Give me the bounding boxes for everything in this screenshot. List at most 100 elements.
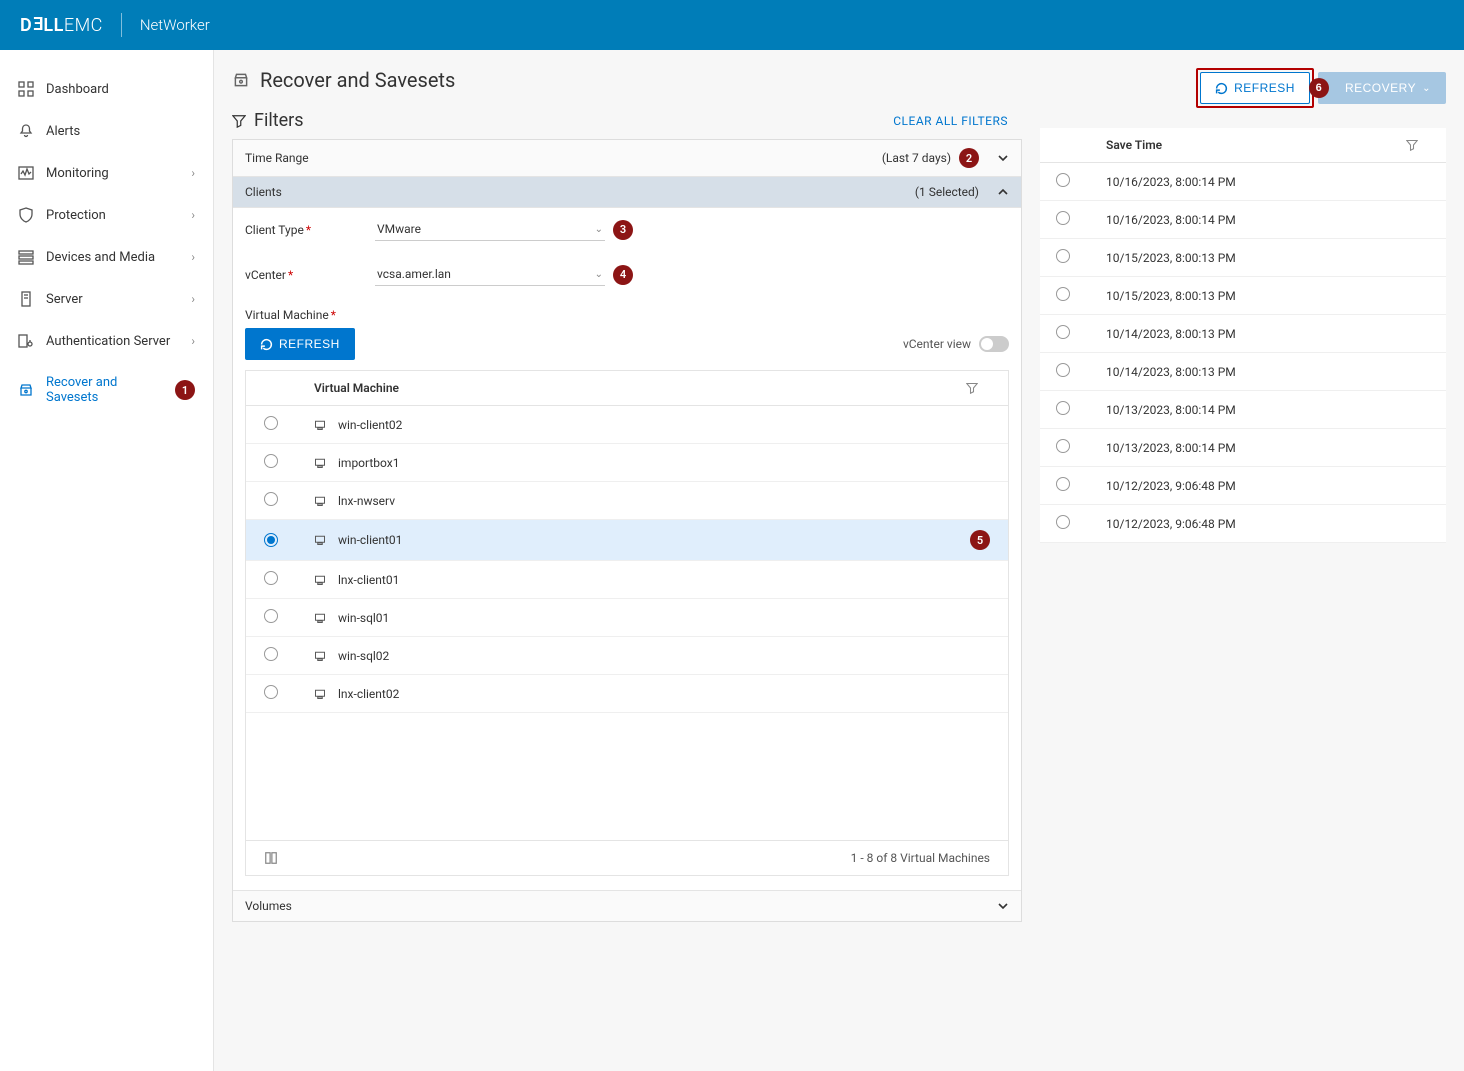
vm-field-label: Virtual Machine* <box>245 308 1009 322</box>
sidebar-item-alerts[interactable]: Alerts <box>0 110 213 152</box>
step-badge-2: 2 <box>959 148 979 168</box>
column-filter-icon[interactable] <box>966 382 990 394</box>
radio-select[interactable] <box>264 647 278 661</box>
auth-server-icon <box>18 333 34 349</box>
save-time: 10/15/2023, 8:00:13 PM <box>1106 289 1430 303</box>
radio-select[interactable] <box>1056 477 1070 491</box>
chevron-down-icon <box>997 152 1009 164</box>
save-time: 10/12/2023, 9:06:48 PM <box>1106 479 1430 493</box>
radio-select[interactable] <box>264 533 278 547</box>
table-row[interactable]: 10/16/2023, 8:00:14 PM <box>1040 201 1446 239</box>
column-filter-icon[interactable] <box>1406 139 1430 151</box>
table-row[interactable]: 10/14/2023, 8:00:13 PM <box>1040 315 1446 353</box>
refresh-button[interactable]: REFRESH <box>1200 72 1310 104</box>
save-time: 10/14/2023, 8:00:13 PM <box>1106 327 1430 341</box>
sidebar-item-label: Recover and Savesets <box>46 375 167 405</box>
table-row[interactable]: 10/15/2023, 8:00:13 PM <box>1040 239 1446 277</box>
vm-icon <box>314 419 338 431</box>
table-row[interactable]: win-client02 <box>246 406 1008 444</box>
table-row[interactable]: 10/13/2023, 8:00:14 PM <box>1040 429 1446 467</box>
sidebar-item-recover-savesets[interactable]: Recover and Savesets 1 <box>0 362 213 418</box>
clear-all-filters-link[interactable]: CLEAR ALL FILTERS <box>893 114 1008 128</box>
vm-icon <box>314 574 338 586</box>
time-range-label: Time Range <box>245 151 309 165</box>
radio-select[interactable] <box>1056 211 1070 225</box>
main-content: Recover and Savesets Filters CLEAR ALL F… <box>214 50 1464 1071</box>
shield-icon <box>18 207 34 223</box>
step-badge-4: 4 <box>613 265 633 285</box>
page-title-row: Recover and Savesets <box>232 68 1022 92</box>
sidebar-item-server[interactable]: Server › <box>0 278 213 320</box>
table-row[interactable]: 10/16/2023, 8:00:14 PM <box>1040 163 1446 201</box>
clients-label: Clients <box>245 185 282 199</box>
radio-select[interactable] <box>1056 173 1070 187</box>
sidebar-item-devices[interactable]: Devices and Media › <box>0 236 213 278</box>
chevron-down-icon <box>997 900 1009 912</box>
vcenter-select[interactable]: vcsa.amer.lan ⌄ <box>375 263 605 286</box>
table-row[interactable]: lnx-client02 <box>246 675 1008 713</box>
vm-table-footer: 1 - 8 of 8 Virtual Machines <box>246 840 1008 875</box>
page-title: Recover and Savesets <box>260 68 455 92</box>
table-row[interactable]: 10/12/2023, 9:06:48 PM <box>1040 505 1446 543</box>
vm-refresh-button[interactable]: REFRESH <box>245 328 355 360</box>
sidebar-item-label: Protection <box>46 208 191 223</box>
vm-icon <box>314 650 338 662</box>
vm-icon <box>314 534 338 546</box>
chevron-down-icon: ⌄ <box>595 224 603 235</box>
savesets-header-label: Save Time <box>1106 138 1406 152</box>
table-row[interactable]: win-client015 <box>246 520 1008 561</box>
table-row[interactable]: lnx-client01 <box>246 561 1008 599</box>
table-row[interactable]: 10/15/2023, 8:00:13 PM <box>1040 277 1446 315</box>
radio-select[interactable] <box>264 685 278 699</box>
vm-name: win-client02 <box>338 418 990 432</box>
radio-select[interactable] <box>1056 439 1070 453</box>
client-type-label: Client Type* <box>245 223 375 237</box>
vm-icon <box>314 457 338 469</box>
radio-select[interactable] <box>1056 515 1070 529</box>
step-badge-6: 6 <box>1309 78 1329 98</box>
vm-table: Virtual Machine win-client02 importbox1 ln… <box>245 370 1009 876</box>
radio-select[interactable] <box>1056 287 1070 301</box>
table-row[interactable]: 10/12/2023, 9:06:48 PM <box>1040 467 1446 505</box>
table-row[interactable]: lnx-nwserv <box>246 482 1008 520</box>
table-row[interactable]: win-sql01 <box>246 599 1008 637</box>
radio-select[interactable] <box>264 609 278 623</box>
sidebar-item-protection[interactable]: Protection › <box>0 194 213 236</box>
filter-section-volumes[interactable]: Volumes <box>233 890 1021 921</box>
vm-name: lnx-client01 <box>338 573 990 587</box>
table-row[interactable]: importbox1 <box>246 444 1008 482</box>
sidebar-item-label: Alerts <box>46 124 195 139</box>
client-type-select[interactable]: VMware ⌄ <box>375 218 605 241</box>
sidebar-item-monitoring[interactable]: Monitoring › <box>0 152 213 194</box>
radio-select[interactable] <box>1056 401 1070 415</box>
table-row[interactable]: 10/13/2023, 8:00:14 PM <box>1040 391 1446 429</box>
filter-section-time-range[interactable]: Time Range (Last 7 days) 2 <box>233 140 1021 177</box>
radio-select[interactable] <box>1056 249 1070 263</box>
vcenter-label: vCenter* <box>245 268 375 282</box>
sidebar-item-dashboard[interactable]: Dashboard <box>0 68 213 110</box>
columns-icon[interactable] <box>264 851 278 865</box>
table-row[interactable]: 10/14/2023, 8:00:13 PM <box>1040 353 1446 391</box>
radio-select[interactable] <box>264 492 278 506</box>
recover-icon <box>18 382 34 398</box>
vm-name: lnx-nwserv <box>338 494 990 508</box>
brand-logo: DELLEMC <box>20 15 103 36</box>
radio-select[interactable] <box>1056 363 1070 377</box>
sidebar-item-label: Devices and Media <box>46 250 191 265</box>
radio-select[interactable] <box>1056 325 1070 339</box>
filter-section-clients[interactable]: Clients (1 Selected) <box>233 177 1021 208</box>
recovery-button[interactable]: 6 RECOVERY ⌄ <box>1318 72 1446 104</box>
savesets-table: Save Time 10/16/2023, 8:00:14 PM10/16/20… <box>1040 128 1446 543</box>
clients-body: Client Type* VMware ⌄ 3 vCenter* <box>233 208 1021 890</box>
filters-heading: Filters <box>232 110 893 131</box>
vm-table-header-label: Virtual Machine <box>314 381 966 395</box>
radio-select[interactable] <box>264 416 278 430</box>
table-row[interactable]: win-sql02 <box>246 637 1008 675</box>
radio-select[interactable] <box>264 454 278 468</box>
radio-select[interactable] <box>264 571 278 585</box>
step-badge-1: 1 <box>175 380 195 400</box>
sidebar-item-auth-server[interactable]: Authentication Server › <box>0 320 213 362</box>
time-range-summary: (Last 7 days) <box>882 151 951 165</box>
vcenter-view-toggle[interactable]: vCenter view <box>903 336 1009 352</box>
step-badge-5: 5 <box>970 530 990 550</box>
